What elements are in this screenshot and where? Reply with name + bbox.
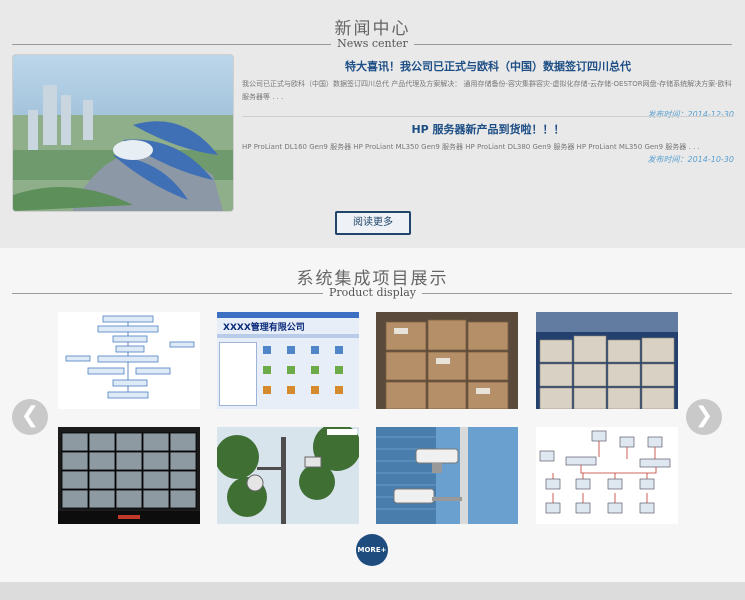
product-thumb-7[interactable] [376,427,518,524]
architecture-photo-icon [13,55,233,211]
software-tree-panel [219,342,257,406]
carousel-next-button[interactable]: ❯ [686,399,722,435]
window-titlebar [217,312,359,318]
news-headline-2[interactable]: HP 服务器新产品到货啦！！！ [242,121,734,137]
server-boxes-stack-photo-icon [536,312,678,409]
news-item-2[interactable]: HP 服务器新产品到货啦！！！ HP ProLiant DL160 Gen9 服… [242,121,734,165]
news-desc-2: HP ProLiant DL160 Gen9 服务器 HP ProLiant M… [242,143,700,151]
flowchart-diagram-icon [58,312,200,409]
news-item-1[interactable]: 特大喜讯！我公司已正式与欧科（中国）数据签订四川总代 我公司已正式与欧科（中国）… [242,58,734,120]
news-divider [242,116,734,117]
product-thumb-2[interactable]: XXXX管理有限公司 [217,312,359,409]
product-thumb-3[interactable] [376,312,518,409]
product-thumb-1[interactable] [58,312,200,409]
news-section: 新闻中心 News center 特大喜讯！我公司已正式与欧科（中国）数据签订四… [0,0,745,248]
footer-band [0,582,745,600]
news-date-1: 发布时间：2014-12-30 [647,110,735,119]
news-image[interactable] [12,54,234,212]
network-topology-diagram-icon [536,427,678,524]
product-thumb-6[interactable] [217,427,359,524]
read-more-button[interactable]: 阅读更多 [335,211,411,235]
product-thumb-5[interactable] [58,427,200,524]
product-thumb-4[interactable] [536,312,678,409]
street-camera-pole-icon [217,427,359,524]
news-headline-1[interactable]: 特大喜讯！我公司已正式与欧科（中国）数据签订四川总代 [242,58,734,74]
software-company-title: XXXX管理有限公司 [223,323,305,333]
carousel-prev-button[interactable]: ❮ [12,399,48,435]
server-boxes-photo-icon [376,312,518,409]
more-button[interactable]: MORE+ [356,534,388,566]
chevron-left-icon: ❮ [20,403,40,428]
news-date-2: 发布时间：2014-10-30 [647,155,735,164]
news-title: 新闻中心 [334,19,411,39]
product-subtitle: Product display [0,286,745,299]
management-software-screenshot-icon [263,346,343,394]
chevron-right-icon: ❯ [694,403,714,428]
cctv-camera-building-icon [376,427,518,524]
news-desc-1: 我公司已正式与欧科（中国）数据签订四川总代 产品代理及方案解决： 通用存储备份-… [242,80,732,101]
product-section: 系统集成项目展示 Product display [0,248,745,582]
news-subtitle: News center [0,37,745,50]
video-wall-monitor-room-icon [58,427,200,524]
product-thumb-8[interactable] [536,427,678,524]
